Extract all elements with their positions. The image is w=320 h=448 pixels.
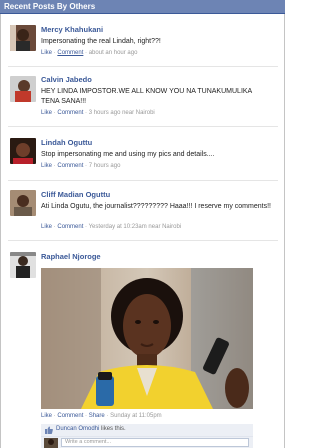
post-time: 3 hours ago near Nairobi [88, 110, 155, 116]
post-text: Stop impersonating me and using my pics … [41, 151, 215, 158]
post-meta: Like · Comment · Share · Sunday at 11:05… [41, 413, 162, 419]
post-photo[interactable] [41, 268, 253, 409]
divider [8, 126, 278, 127]
comment-link[interactable]: Comment [57, 110, 83, 116]
post-author[interactable]: Raphael Njoroge [41, 252, 101, 261]
comment-link[interactable]: Comment [57, 413, 83, 419]
likes-text: Duncan Omodhi likes this. [56, 426, 126, 432]
like-link[interactable]: Like [41, 50, 52, 56]
avatar[interactable] [10, 138, 36, 164]
divider [8, 180, 278, 181]
post-text: Ati Linda Ogutu, the journalist?????????… [41, 203, 271, 210]
comment-input[interactable]: Write a comment... [61, 438, 249, 447]
post-time: about an hour ago [88, 50, 138, 56]
post-item: Lindah Oguttu Stop impersonating me and … [0, 138, 285, 183]
like-link[interactable]: Like [41, 163, 52, 169]
post-item: Cliff Madian Oguttu Ati Linda Ogutu, the… [0, 190, 285, 240]
share-link[interactable]: Share [89, 413, 105, 419]
comment-link[interactable]: Comment [57, 50, 83, 56]
post-text: HEY LINDA IMPOSTOR.WE ALL KNOW YOU NA TU… [41, 88, 252, 105]
post-author[interactable]: Mercy Khahukani [41, 25, 103, 34]
panel-title: Recent Posts By Others [0, 0, 285, 14]
avatar [44, 438, 58, 448]
comment-link[interactable]: Comment [57, 163, 83, 169]
post-time: 7 hours ago [88, 163, 121, 169]
post-item: Mercy Khahukani Impersonating the real L… [0, 25, 285, 70]
divider [8, 240, 278, 241]
comment-composer: Write a comment... [41, 437, 253, 448]
avatar[interactable] [10, 190, 36, 216]
avatar[interactable] [10, 25, 36, 51]
likes-suffix: likes this. [101, 426, 126, 432]
avatar[interactable] [10, 252, 36, 278]
post-item: Calvin Jabedo HEY LINDA IMPOSTOR.WE ALL … [0, 75, 285, 130]
post-meta: Like · Comment · about an hour ago [41, 50, 138, 56]
post-author[interactable]: Lindah Oguttu [41, 138, 92, 147]
like-link[interactable]: Like [41, 224, 52, 230]
post-meta: Like · Comment · 7 hours ago [41, 163, 121, 169]
like-link[interactable]: Like [41, 110, 52, 116]
comment-link[interactable]: Comment [57, 224, 83, 230]
like-link[interactable]: Like [41, 413, 52, 419]
avatar[interactable] [10, 76, 36, 102]
post-time: Yesterday at 10:23am near Nairobi [88, 224, 182, 230]
divider [8, 66, 278, 67]
likes-summary: Duncan Omodhi likes this. [41, 424, 253, 437]
thumbs-up-icon [45, 426, 53, 434]
liker-name[interactable]: Duncan Omodhi [56, 426, 99, 432]
post-author[interactable]: Calvin Jabedo [41, 75, 92, 84]
post-author[interactable]: Cliff Madian Oguttu [41, 190, 110, 199]
post-time: Sunday at 11:05pm [110, 413, 162, 419]
post-text: Impersonating the real Lindah, right??! [41, 38, 161, 45]
post-meta: Like · Comment · 3 hours ago near Nairob… [41, 110, 155, 116]
post-meta: Like · Comment · Yesterday at 10:23am ne… [41, 224, 182, 230]
